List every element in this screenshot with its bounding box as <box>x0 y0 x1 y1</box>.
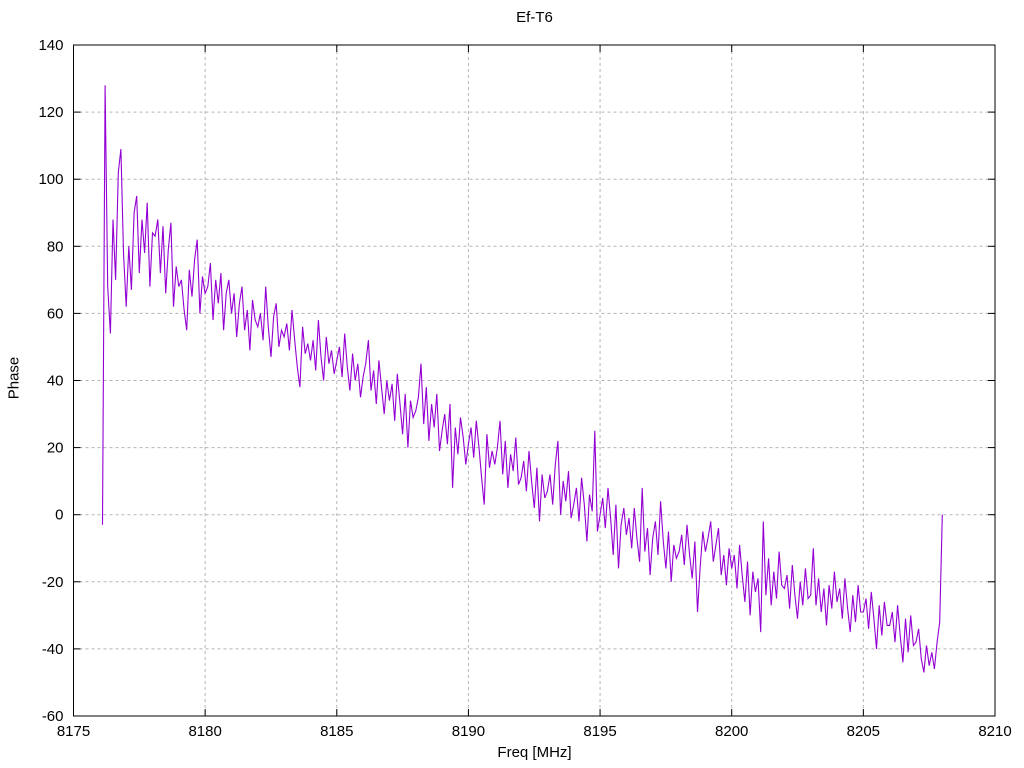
y-tick-label: -40 <box>42 641 64 658</box>
x-tick-label: 8210 <box>978 723 1011 740</box>
x-tick-label: 8200 <box>715 723 748 740</box>
y-tick-label: 60 <box>47 305 64 322</box>
x-tick-label: 8185 <box>320 723 353 740</box>
x-axis-title: Freq [MHz] <box>497 744 572 761</box>
x-tick-label: 8195 <box>583 723 616 740</box>
y-tick-label: -20 <box>42 574 64 591</box>
y-tick-label: 0 <box>55 507 63 524</box>
y-tick-label: -60 <box>42 708 64 725</box>
y-tick-label: 140 <box>38 37 63 54</box>
y-tick-label: 100 <box>38 171 63 188</box>
y-axis-title-text: Phase <box>5 356 23 400</box>
x-tick-label: 8205 <box>847 723 880 740</box>
x-tick-label: 8190 <box>452 723 485 740</box>
x-tick-label: 8175 <box>57 723 90 740</box>
phase-trace <box>101 85 943 673</box>
x-tick-label: 8180 <box>188 723 221 740</box>
phase-plot: 8175 8180 8185 8190 8195 8200 8205 8210 -60 -40 -2… <box>38 37 1011 740</box>
y-tick-label: 20 <box>47 440 64 457</box>
y-tick-label: 40 <box>47 373 64 390</box>
y-tick-label: 80 <box>47 238 64 255</box>
y-tick-label: 120 <box>38 104 63 121</box>
chart-canvas: Ef-T6 8175 8180 8185 8190 8195 8200 8205 8210 -6… <box>0 0 1024 768</box>
